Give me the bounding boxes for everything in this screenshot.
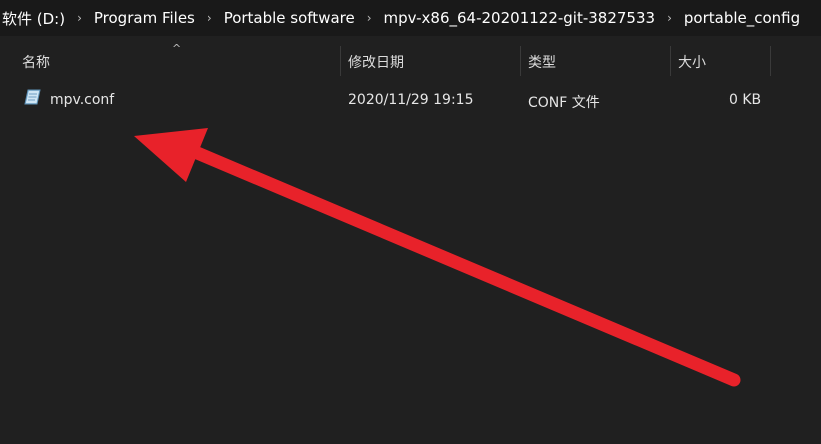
column-divider[interactable] <box>670 46 671 76</box>
breadcrumb-drive[interactable]: 软件 (D:) <box>0 8 67 29</box>
column-divider[interactable] <box>520 46 521 76</box>
file-type: CONF 文件 <box>528 95 600 111</box>
breadcrumb-portable-config[interactable]: portable_config <box>682 9 802 27</box>
column-header: ^ 名称 修改日期 类型 大小 <box>0 36 821 76</box>
chevron-right-icon[interactable]: › <box>197 11 222 25</box>
column-modified[interactable]: 修改日期 <box>348 46 520 74</box>
column-type-label: 类型 <box>528 55 556 71</box>
column-size[interactable]: 大小 <box>678 46 770 74</box>
breadcrumb-portable-software[interactable]: Portable software <box>222 9 357 27</box>
chevron-right-icon[interactable]: › <box>357 11 382 25</box>
file-row[interactable]: mpv.conf 2020/11/29 19:15 CONF 文件 0 KB <box>0 86 821 114</box>
file-size: 0 KB <box>729 92 762 108</box>
breadcrumb-mpv-folder[interactable]: mpv-x86_64-20201122-git-3827533 <box>382 9 658 27</box>
breadcrumb-program-files[interactable]: Program Files <box>92 9 197 27</box>
column-modified-label: 修改日期 <box>348 55 404 71</box>
chevron-right-icon[interactable]: › <box>657 11 682 25</box>
column-name-label: 名称 <box>22 55 50 71</box>
file-name[interactable]: mpv.conf <box>50 92 114 108</box>
breadcrumb: 软件 (D:) › Program Files › Portable softw… <box>0 0 821 36</box>
chevron-right-icon[interactable]: › <box>67 11 92 25</box>
file-modified: 2020/11/29 19:15 <box>348 92 474 108</box>
arrow-head-icon <box>134 128 208 182</box>
column-divider[interactable] <box>340 46 341 76</box>
column-divider[interactable] <box>770 46 771 76</box>
column-name[interactable]: 名称 <box>22 46 340 74</box>
config-file-icon <box>24 89 41 105</box>
file-explorer-window: 软件 (D:) › Program Files › Portable softw… <box>0 0 821 444</box>
column-size-label: 大小 <box>678 55 706 71</box>
column-type[interactable]: 类型 <box>528 46 670 74</box>
